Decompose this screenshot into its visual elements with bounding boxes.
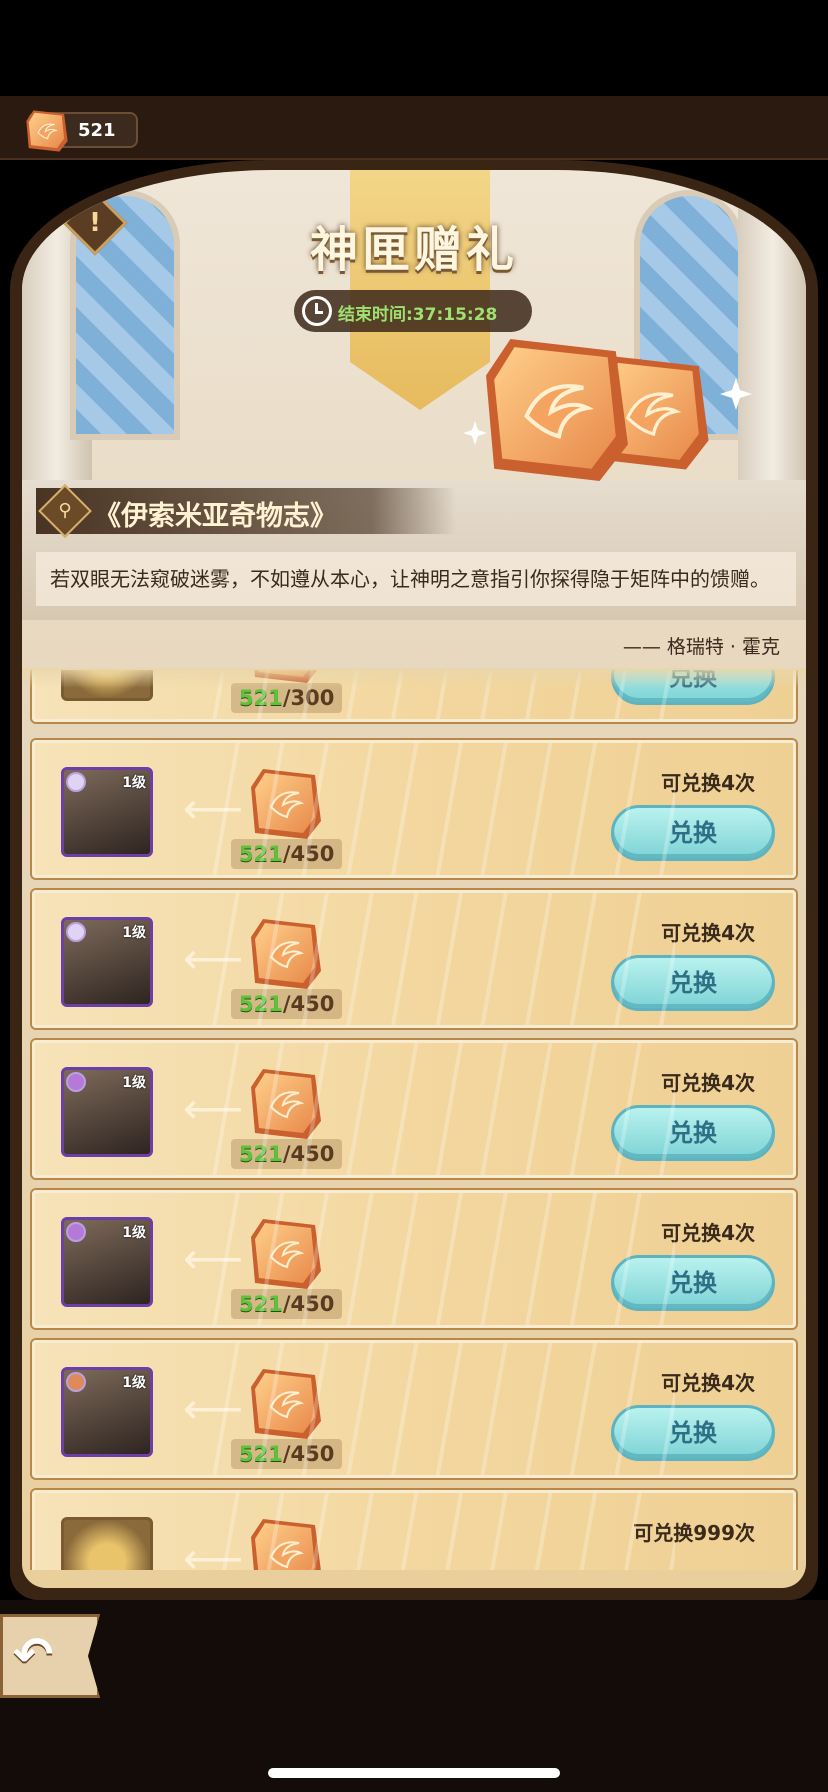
list-top-fade [22,668,806,688]
reward-portrait[interactable] [61,1517,153,1570]
clock-icon [302,296,332,326]
token-icon [249,1215,323,1293]
exchange-row: 1级 ⟵ 521/450 可兑换4次 兑换 [32,890,796,1028]
token-count: 521/450 [231,1139,343,1169]
hero-portrait[interactable]: 1级 [61,917,153,1007]
exchange-limit: 可兑换999次 [633,1521,755,1545]
exchange-row: ⟵ 可兑换999次 [32,1490,796,1570]
exchange-limit: 可兑换4次 [661,771,755,795]
token-count: 521/450 [231,839,343,869]
exchange-limit: 可兑换4次 [661,1221,755,1245]
exchange-button[interactable]: 兑换 [611,1105,775,1161]
bottom-bar: ↶ [0,1600,828,1792]
faction-icon [66,1372,86,1392]
top-bar: 521 [0,96,828,160]
token-icon [249,1515,323,1570]
currency-display[interactable]: 521 [28,112,138,148]
token-icon [249,1065,323,1143]
story-author: —— 格瑞特 · 霍克 [622,636,780,658]
token-count: 521/450 [231,1289,343,1319]
exchange-row: 1级 ⟵ 521/450 可兑换4次 兑换 [32,1040,796,1178]
token-count: 521/450 [231,1439,343,1469]
exchange-limit: 可兑换4次 [661,1371,755,1395]
exchange-button[interactable]: 兑换 [611,1405,775,1461]
home-indicator[interactable] [268,1768,560,1778]
faction-icon [66,772,86,792]
arrow-left-icon: ⟵ [183,784,244,833]
token-icon [249,915,323,993]
hero-portrait[interactable]: 1级 [61,1217,153,1307]
exchange-row: 1级 ⟵ 521/450 可兑换4次 兑换 [32,740,796,878]
token-count: 521/450 [231,989,343,1019]
exchange-row: 1级 ⟵ 521/450 可兑换4次 兑换 [32,1190,796,1328]
exchange-list[interactable]: ⟵ 521/300 兑换 1级 ⟵ 521/450 可兑换4次 兑换 1级 ⟵ … [22,670,806,1570]
exchange-row: 1级 ⟵ 521/450 可兑换4次 兑换 [32,1340,796,1478]
arrow-left-icon: ⟵ [183,1084,244,1133]
exchange-limit: 可兑换4次 [661,921,755,945]
exchange-button[interactable]: 兑换 [611,805,775,861]
hero-portrait[interactable]: 1级 [61,767,153,857]
token-icon [24,108,70,154]
hero-portrait[interactable]: 1级 [61,1067,153,1157]
faction-icon [66,922,86,942]
arrow-left-icon: ⟵ [183,1384,244,1433]
story-book-title: 《伊索米亚奇物志》 [94,501,337,532]
story-text: 若双眼无法窥破迷雾，不如遵从本心，让神明之意指引你探得隐于矩阵中的馈赠。 [36,552,796,606]
featured-token-icon [463,320,752,520]
token-icon [249,765,323,843]
arrow-left-icon: ⟵ [183,1534,244,1571]
exchange-button[interactable]: 兑换 [611,1255,775,1311]
back-button[interactable]: ↶ [0,1614,100,1698]
faction-icon [66,1222,86,1242]
token-icon [249,1365,323,1443]
currency-amount: 521 [78,120,116,141]
exchange-button[interactable]: 兑换 [611,955,775,1011]
arrow-left-icon: ⟵ [183,1234,244,1283]
magnifier-icon[interactable]: ⚲ [38,484,92,538]
event-panel: ! 神匣赠礼 结束时间:37:15:28 ⚲ 《伊索米亚奇物志》 若双眼无法窥破… [22,170,806,1588]
exchange-limit: 可兑换4次 [661,1071,755,1095]
event-title: 神匣赠礼 [309,222,518,278]
hero-portrait[interactable]: 1级 [61,1367,153,1457]
back-arrow-icon: ↶ [13,1627,54,1683]
faction-icon [66,1072,86,1092]
event-frame: ! 神匣赠礼 结束时间:37:15:28 ⚲ 《伊索米亚奇物志》 若双眼无法窥破… [10,160,818,1600]
arrow-left-icon: ⟵ [183,934,244,983]
story-title-bar: ⚲ 《伊索米亚奇物志》 [36,484,456,538]
